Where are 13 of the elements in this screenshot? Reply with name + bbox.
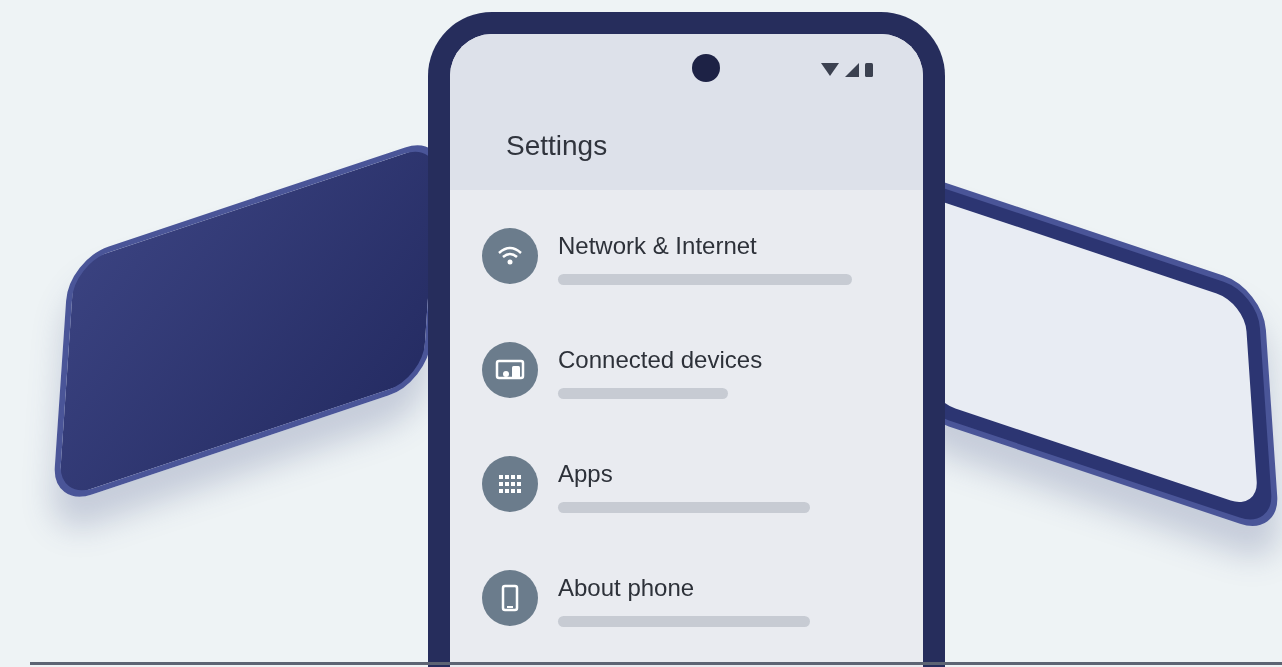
- phone-icon: [482, 570, 538, 626]
- setting-label[interactable]: About phone: [558, 573, 695, 602]
- setting-label[interactable]: Connected devices: [558, 345, 763, 374]
- signal-icon: [845, 63, 859, 77]
- grid-icon: [482, 456, 538, 512]
- wifi-icon: [482, 228, 538, 284]
- devices-icon: [482, 342, 538, 398]
- battery-icon: [865, 63, 873, 77]
- wifi-icon: [821, 63, 839, 77]
- setting-label[interactable]: Apps: [558, 459, 613, 488]
- screen-title: Settings: [506, 130, 608, 162]
- camera-dot: [692, 54, 720, 82]
- setting-label[interactable]: Network & Internet: [558, 231, 757, 260]
